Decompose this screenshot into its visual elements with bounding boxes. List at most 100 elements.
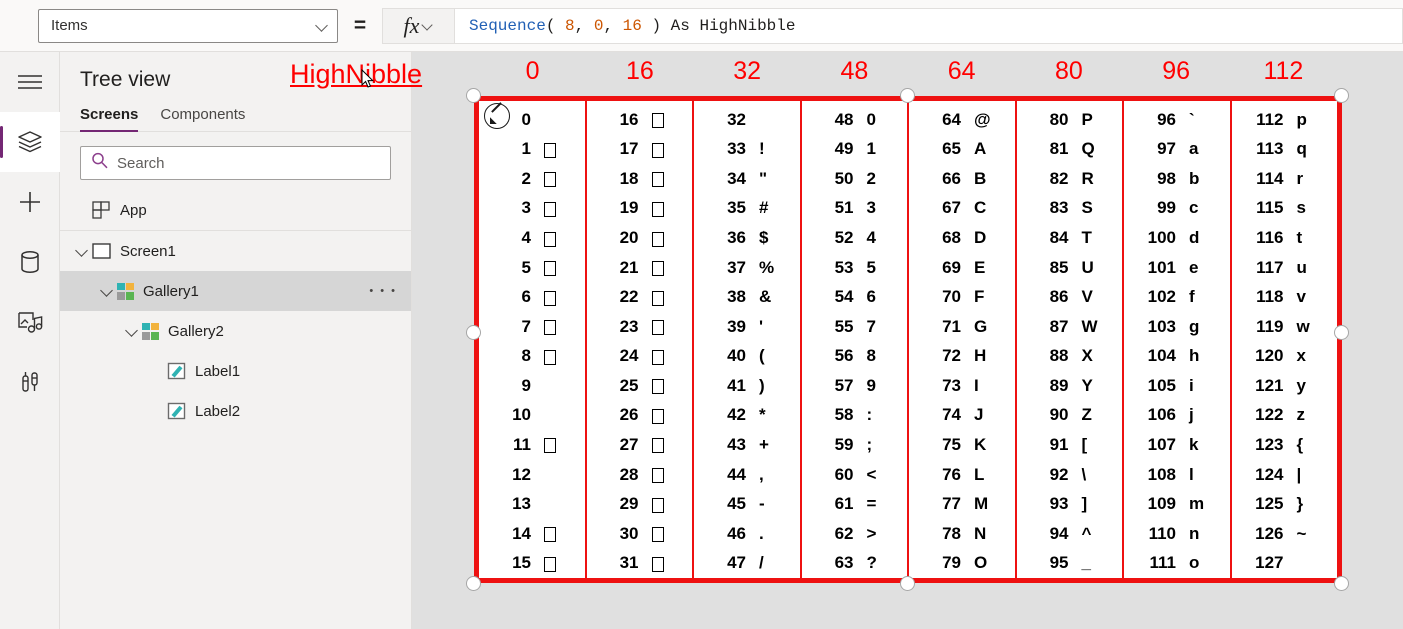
gallery-row[interactable]: 26 (587, 401, 693, 431)
gallery-row[interactable]: 68 D (909, 223, 1015, 253)
gallery-row[interactable]: 18 (587, 164, 693, 194)
gallery-row[interactable]: 7 (479, 312, 585, 342)
gallery-row[interactable]: 19 (587, 194, 693, 224)
gallery-row[interactable]: 103 g (1124, 312, 1230, 342)
gallery-row[interactable]: 88 X (1017, 342, 1123, 372)
tree-node-gallery1[interactable]: Gallery1 • • • (60, 271, 411, 311)
tab-screens[interactable]: Screens (80, 106, 139, 132)
gallery-row[interactable]: 102 f (1124, 282, 1230, 312)
gallery-row[interactable]: 108 l (1124, 460, 1230, 490)
gallery-row[interactable]: 28 (587, 460, 693, 490)
gallery-row[interactable]: 17 (587, 135, 693, 165)
gallery-row[interactable]: 100 d (1124, 223, 1230, 253)
gallery-row[interactable]: 30 (587, 519, 693, 549)
gallery-row[interactable]: 122 z (1232, 401, 1338, 431)
gallery-row[interactable]: 120 x (1232, 342, 1338, 372)
media-icon[interactable] (0, 292, 60, 352)
gallery-row[interactable]: 32 (694, 105, 800, 135)
gallery-row[interactable]: 54 6 (802, 282, 908, 312)
resize-handle-bottom-center[interactable] (900, 576, 915, 591)
formula-input[interactable]: Sequence( 8, 0, 16 ) As HighNibble (454, 7, 1403, 44)
gallery-row[interactable]: 80 P (1017, 105, 1123, 135)
gallery-row[interactable]: 85 U (1017, 253, 1123, 283)
gallery-row[interactable]: 116 t (1232, 223, 1338, 253)
gallery-row[interactable]: 101 e (1124, 253, 1230, 283)
gallery-row[interactable]: 29 (587, 489, 693, 519)
gallery-row[interactable]: 57 9 (802, 371, 908, 401)
gallery-row[interactable]: 74 J (909, 401, 1015, 431)
gallery-row[interactable]: 50 2 (802, 164, 908, 194)
gallery-row[interactable]: 37% (694, 253, 800, 283)
tree-view-icon[interactable] (0, 112, 60, 172)
tab-components[interactable]: Components (160, 106, 245, 131)
gallery-row[interactable]: 119 w (1232, 312, 1338, 342)
gallery-row[interactable]: 87 W (1017, 312, 1123, 342)
advanced-tools-icon[interactable] (0, 352, 60, 412)
gallery-row[interactable]: 16 (587, 105, 693, 135)
gallery-row[interactable]: 81 Q (1017, 135, 1123, 165)
chevron-down-icon[interactable] (74, 242, 92, 260)
gallery-row[interactable]: 63? (802, 548, 908, 578)
gallery-row[interactable]: 89 Y (1017, 371, 1123, 401)
gallery-row[interactable]: 27 (587, 430, 693, 460)
gallery-row[interactable]: 96 ` (1124, 105, 1230, 135)
gallery-row[interactable]: 123 { (1232, 430, 1338, 460)
tree-node-label1[interactable]: Label1 (60, 351, 411, 391)
gallery-row[interactable]: 55 7 (802, 312, 908, 342)
gallery-row[interactable]: 72 H (909, 342, 1015, 372)
resize-handle-bottom-left[interactable] (466, 576, 481, 591)
gallery-row[interactable]: 51 3 (802, 194, 908, 224)
gallery-row[interactable]: 47 / (694, 548, 800, 578)
gallery-row[interactable]: 79 O (909, 548, 1015, 578)
search-input[interactable]: Search (80, 146, 391, 180)
gallery-row[interactable]: 38 & (694, 282, 800, 312)
gallery-row[interactable]: 35 # (694, 194, 800, 224)
resize-handle-middle-left[interactable] (466, 325, 481, 340)
gallery-row[interactable]: 21 (587, 253, 693, 283)
gallery-row[interactable]: 44, (694, 460, 800, 490)
gallery-row[interactable]: 114 r (1232, 164, 1338, 194)
chevron-down-icon[interactable] (124, 322, 142, 340)
gallery-row[interactable]: 25 (587, 371, 693, 401)
gallery-row[interactable]: 77 M (909, 489, 1015, 519)
gallery-row[interactable]: 121 y (1232, 371, 1338, 401)
gallery-row[interactable]: 125} (1232, 489, 1338, 519)
gallery-row[interactable]: 24 (587, 342, 693, 372)
resize-handle-top-right[interactable] (1334, 88, 1349, 103)
gallery-row[interactable]: 86 V (1017, 282, 1123, 312)
gallery-row[interactable]: 65 A (909, 135, 1015, 165)
gallery-row[interactable]: 41) (694, 371, 800, 401)
insert-icon[interactable] (0, 172, 60, 232)
gallery-row[interactable]: 115 s (1232, 194, 1338, 224)
gallery-row[interactable]: 60 < (802, 460, 908, 490)
gallery-row[interactable]: 40 ( (694, 342, 800, 372)
gallery-row[interactable]: 9 (479, 371, 585, 401)
gallery-row[interactable]: 5 (479, 253, 585, 283)
gallery-row[interactable]: 97 a (1124, 135, 1230, 165)
gallery-row[interactable]: 106 j (1124, 401, 1230, 431)
tree-node-screen1[interactable]: Screen1 (60, 231, 411, 271)
tree-node-gallery2[interactable]: Gallery2 (60, 311, 411, 351)
gallery-row[interactable]: 75 K (909, 430, 1015, 460)
gallery-row[interactable]: 59; (802, 430, 908, 460)
gallery-row[interactable]: 93] (1017, 489, 1123, 519)
gallery-row[interactable]: 95 _ (1017, 548, 1123, 578)
gallery-row[interactable]: 43 + (694, 430, 800, 460)
gallery-row[interactable]: 46. (694, 519, 800, 549)
resize-handle-bottom-right[interactable] (1334, 576, 1349, 591)
gallery-row[interactable]: 112 p (1232, 105, 1338, 135)
gallery-row[interactable]: 67 C (909, 194, 1015, 224)
gallery-row[interactable]: 12 (479, 460, 585, 490)
gallery-row[interactable]: 64 @ (909, 105, 1015, 135)
gallery-row[interactable]: 36 $ (694, 223, 800, 253)
gallery-row[interactable]: 70 F (909, 282, 1015, 312)
gallery-row[interactable]: 107 k (1124, 430, 1230, 460)
gallery-row[interactable]: 2 (479, 164, 585, 194)
gallery-row[interactable]: 3 (479, 194, 585, 224)
gallery-row[interactable]: 118 v (1232, 282, 1338, 312)
gallery-row[interactable]: 91 [ (1017, 430, 1123, 460)
gallery-row[interactable]: 69 E (909, 253, 1015, 283)
gallery-row[interactable]: 56 8 (802, 342, 908, 372)
gallery-row[interactable]: 113 q (1232, 135, 1338, 165)
chevron-down-icon[interactable] (99, 282, 117, 300)
